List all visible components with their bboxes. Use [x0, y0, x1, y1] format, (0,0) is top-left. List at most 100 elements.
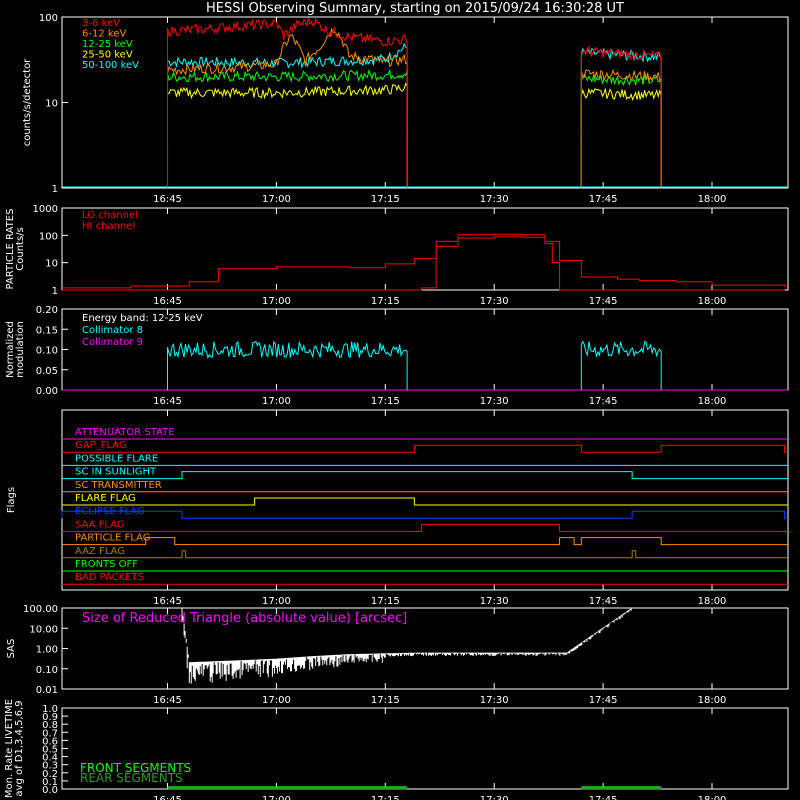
x-tick-label: 17:45 — [589, 296, 618, 307]
x-tick-label: 17:30 — [480, 596, 509, 607]
series-line-50-100-keV — [580, 47, 662, 189]
x-tick-label: 18:00 — [698, 596, 727, 607]
x-tick-label: 17:45 — [589, 695, 618, 706]
collimator-8-line — [580, 340, 662, 391]
flag-label: AAZ FLAG — [75, 546, 125, 557]
x-tick-label: 17:45 — [589, 396, 618, 407]
flag-line — [62, 471, 788, 480]
y-tick-label: 0.20 — [36, 305, 58, 316]
x-tick-label: 18:00 — [698, 795, 727, 800]
x-tick-label: 16:45 — [153, 795, 182, 800]
x-tick-label: 16:45 — [153, 296, 182, 307]
x-tick-label: 18:00 — [698, 296, 727, 307]
legend-entry: Collimator 8 — [82, 325, 143, 336]
legend-entry: LO channel — [82, 210, 138, 221]
x-tick-label: 17:00 — [262, 795, 291, 800]
flag-label: SC TRANSMITTER — [75, 480, 162, 491]
legend-entry: Size of Reduced Triangle (absolute value… — [82, 611, 407, 626]
series-line-25-50-keV — [580, 87, 662, 189]
x-tick-label: 17:15 — [371, 396, 400, 407]
x-tick-label: 17:45 — [589, 596, 618, 607]
flag-label: FLARE FLAG — [75, 493, 136, 504]
panel-0: 16:45 17:00 17:15 17:30 17:45 18:00 1 10 100 coun… — [22, 13, 789, 205]
observing-summary: HESSI Observing Summary, starting on 201… — [0, 0, 800, 800]
lo-channel-line — [62, 233, 786, 289]
x-tick-label: 16:45 — [153, 695, 182, 706]
flag-label: ATTENUATOR STATE — [75, 427, 175, 438]
x-tick-label: 17:45 — [589, 795, 618, 800]
x-tick-label: 17:00 — [262, 695, 291, 706]
flag-label: GAP_FLAG — [75, 440, 127, 451]
y-tick-label: 1.00 — [36, 645, 58, 656]
y-tick-label: 0.15 — [36, 325, 58, 336]
y-tick-label: 1.0 — [42, 704, 58, 715]
x-tick-label: 17:30 — [480, 695, 509, 706]
series-line-25-50-keV — [166, 82, 408, 189]
flag-label: PARTICLE FLAG — [75, 533, 151, 544]
y-axis-label: Flags — [6, 487, 17, 513]
x-tick-label: 17:30 — [480, 194, 509, 205]
flag-label: SAA FLAG — [75, 519, 125, 530]
x-tick-label: 17:15 — [371, 296, 400, 307]
flag-line — [62, 550, 788, 559]
y-axis-label: modulation — [15, 321, 26, 378]
y-tick-label: 0.00 — [36, 386, 58, 397]
y-axis-label: SAS — [6, 639, 17, 659]
legend-entry: 6-12 keV — [82, 29, 126, 40]
panel-3: 16:45 17:00 17:15 17:30 17:45 18:00 Flags ATTEN… — [6, 409, 789, 607]
flag-line — [62, 444, 788, 453]
legend-entry: HI channel — [82, 221, 135, 232]
flag-label: FRONTS OFF — [75, 559, 138, 570]
y-tick-label: 10 — [45, 99, 58, 110]
panel-frame — [61, 207, 789, 291]
flag-line — [62, 537, 788, 546]
y-tick-label: 1 — [52, 184, 58, 195]
legend-entry: 12-25 keV — [82, 39, 133, 50]
page-title: HESSI Observing Summary, starting on 201… — [206, 1, 624, 16]
flag-label: BAD PACKETS — [75, 572, 144, 583]
x-tick-label: 16:45 — [153, 596, 182, 607]
y-tick-label: 0.10 — [36, 665, 58, 676]
x-tick-label: 17:30 — [480, 396, 509, 407]
x-tick-label: 18:00 — [698, 695, 727, 706]
y-axis-label: counts/s/detector — [22, 58, 33, 146]
x-tick-label: 17:15 — [371, 695, 400, 706]
x-tick-label: 17:00 — [262, 596, 291, 607]
y-tick-label: 1000 — [33, 204, 58, 215]
y-tick-label: 0.10 — [36, 346, 58, 357]
flag-line — [61, 510, 788, 519]
x-tick-label: 16:45 — [153, 396, 182, 407]
collimator-8-line — [167, 340, 408, 391]
legend-entry: 3-6 keV — [82, 18, 120, 29]
summary-figure: HESSI Observing Summary, starting on 201… — [4, 1, 789, 800]
y-axis-label: avg of D1,3,4,5,6,9 — [14, 700, 25, 796]
series-line-3-6-keV — [580, 46, 662, 189]
legend-entry: 25-50 keV — [82, 50, 133, 61]
series-line-50-100-keV — [166, 42, 408, 189]
y-tick-label: 100.00 — [23, 604, 58, 615]
panel-frame — [61, 16, 789, 189]
y-tick-label: 0.05 — [36, 366, 58, 377]
x-tick-label: 17:30 — [480, 795, 509, 800]
flag-line — [62, 497, 788, 506]
x-tick-label: 17:45 — [589, 194, 618, 205]
legend-entry: Collimator 9 — [82, 337, 143, 348]
y-tick-label: 100 — [39, 231, 58, 242]
y-axis-label: Counts/s — [15, 227, 26, 271]
panel-5: 16:4517:0017:1517:3017:4518:000.00.10.20… — [4, 699, 789, 800]
x-tick-label: 17:00 — [262, 396, 291, 407]
y-tick-label: 100 — [39, 13, 58, 24]
series-line-6-12-keV — [580, 69, 662, 189]
x-tick-label: 18:00 — [698, 396, 727, 407]
x-tick-label: 18:00 — [698, 194, 727, 205]
x-tick-label: 16:45 — [153, 194, 182, 205]
legend-entry: Energy band: 12-25 keV — [82, 313, 203, 324]
panel-2: 16:45 17:00 17:15 17:30 17:45 18:00 0.00 0.05 0.… — [5, 305, 789, 407]
x-tick-label: 17:30 — [480, 296, 509, 307]
legend-entry: 50-100 keV — [82, 60, 139, 71]
x-tick-label: 17:15 — [371, 795, 400, 800]
y-tick-label: 1 — [52, 286, 58, 297]
x-tick-label: 17:00 — [262, 296, 291, 307]
y-tick-label: 10.00 — [29, 624, 58, 635]
flag-line — [62, 523, 788, 532]
